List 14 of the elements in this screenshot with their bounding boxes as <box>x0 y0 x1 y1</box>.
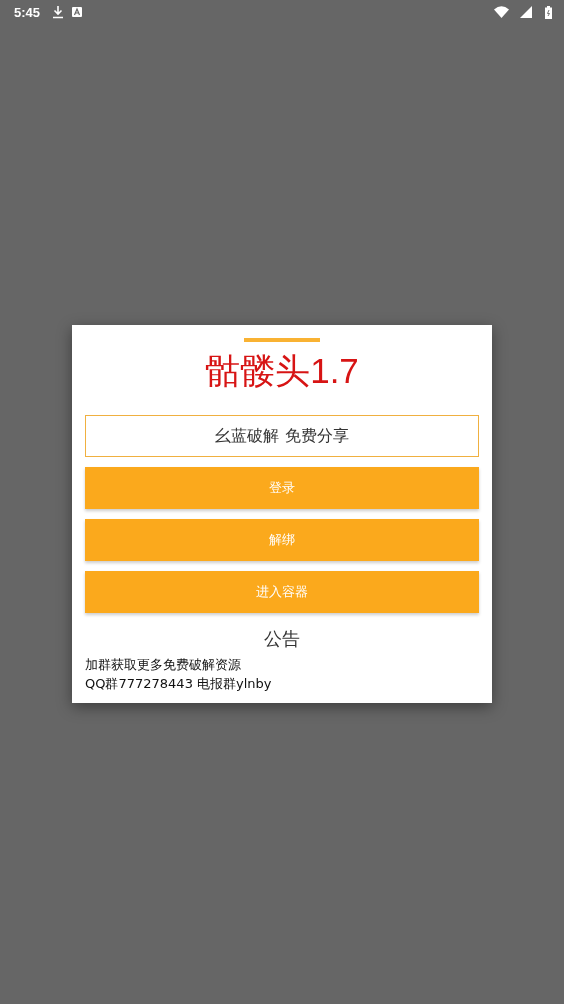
app-notification-icon <box>72 7 83 17</box>
action-button[interactable]: 解绑 <box>85 519 479 561</box>
download-icon <box>52 5 65 19</box>
subtitle-box: 幺蓝破解 免费分享 <box>85 415 479 457</box>
signal-icon <box>520 6 532 18</box>
app-title: 骷髅头1.7 <box>204 350 360 392</box>
action-button[interactable]: 进入容器 <box>85 571 479 613</box>
notice-heading: 公告 <box>263 627 301 651</box>
notice-text: QQ群777278443 电报群ylnby <box>85 675 273 693</box>
wifi-icon <box>494 6 509 18</box>
status-time: 5:45 <box>14 4 41 20</box>
notice-text: 加群获取更多免费破解资源 <box>85 656 242 674</box>
battery-icon <box>545 5 552 19</box>
action-button[interactable]: 登录 <box>85 467 479 509</box>
